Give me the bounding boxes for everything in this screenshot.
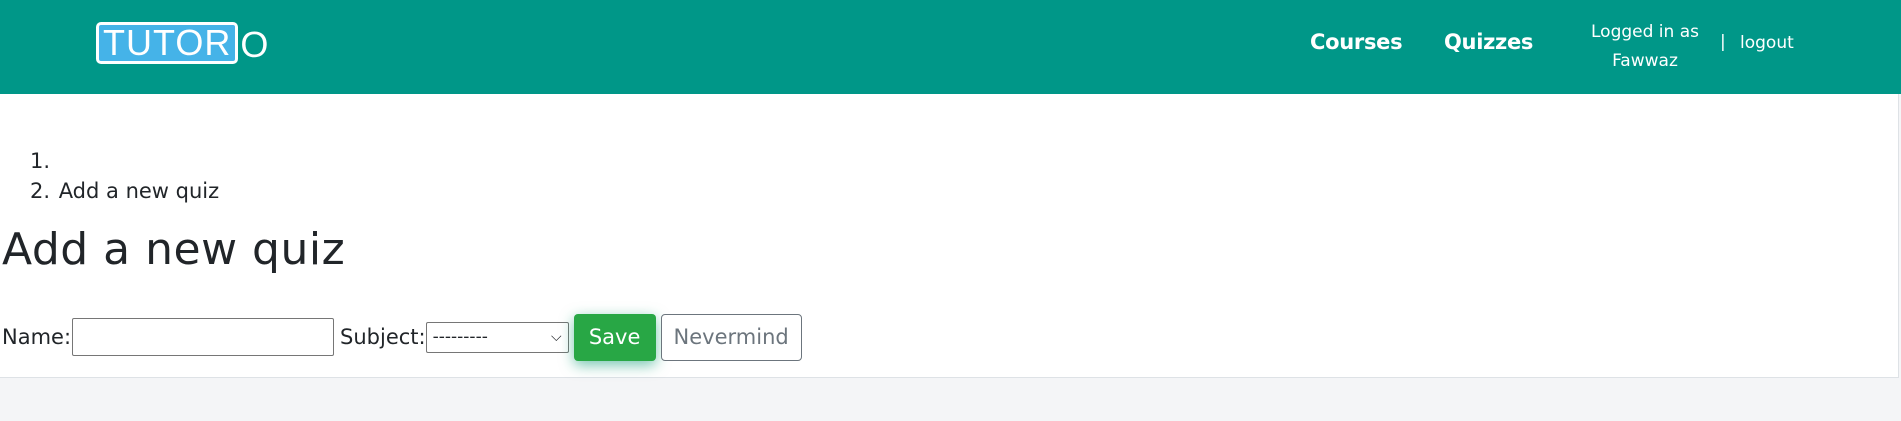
breadcrumb: 1. 2. Add a new quiz <box>30 146 219 206</box>
user-info: Logged in as Fawwaz <box>1580 18 1710 76</box>
subject-selected-value: --------- <box>432 327 488 347</box>
nav-courses-link[interactable]: Courses <box>1310 30 1403 54</box>
breadcrumb-number: 2. <box>30 179 51 203</box>
logo[interactable]: TUTOR O <box>96 22 268 64</box>
logged-in-label: Logged in as <box>1591 22 1699 42</box>
breadcrumb-number: 1. <box>30 149 51 173</box>
subject-label: Subject: <box>340 325 426 349</box>
save-button[interactable]: Save <box>573 313 656 361</box>
logo-boxed-text: TUTOR <box>96 22 239 64</box>
quiz-name-input[interactable] <box>72 318 335 356</box>
logo-tail-text: O <box>240 24 269 65</box>
logout-link[interactable]: logout <box>1740 33 1794 53</box>
top-navbar: TUTOR O Courses Quizzes Logged in as Faw… <box>0 0 1901 94</box>
subject-select[interactable]: --------- ⌵ <box>425 321 569 353</box>
nav-quizzes-link[interactable]: Quizzes <box>1444 30 1533 54</box>
username: Fawwaz <box>1612 51 1678 71</box>
chevron-down-icon: ⌵ <box>551 329 562 345</box>
breadcrumb-item[interactable]: 1. <box>30 146 219 176</box>
name-label: Name: <box>2 325 72 349</box>
main-content: 1. 2. Add a new quiz Add a new quiz Name… <box>0 94 1899 378</box>
breadcrumb-item: 2. Add a new quiz <box>30 176 219 206</box>
quiz-form: Name: Subject: --------- ⌵ Save Nevermin… <box>2 312 802 362</box>
page-title: Add a new quiz <box>2 224 346 275</box>
breadcrumb-label: Add a new quiz <box>58 179 220 203</box>
nav-separator: | <box>1720 32 1726 52</box>
nevermind-button[interactable]: Nevermind <box>660 313 802 361</box>
